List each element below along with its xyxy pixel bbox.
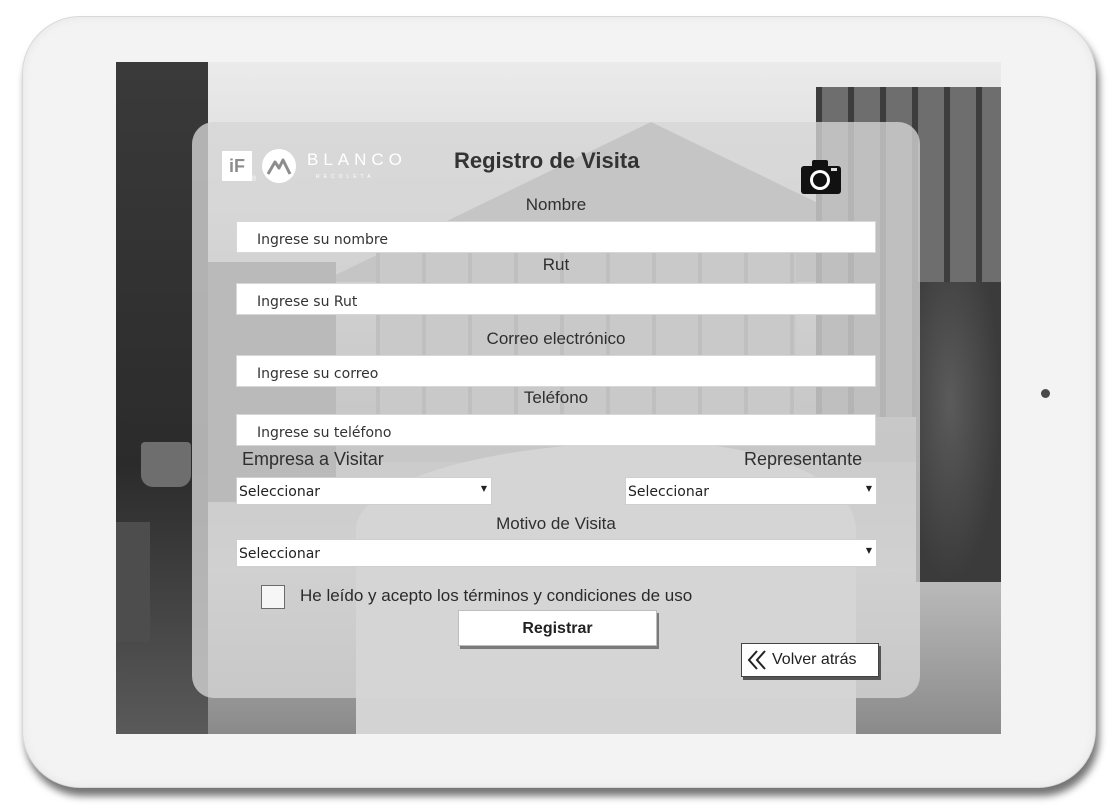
logo-wordmark: BLANCO xyxy=(307,150,407,169)
logo-if: iF xyxy=(222,151,252,181)
motivo-select[interactable]: Seleccionar ▼ xyxy=(236,539,877,567)
volver-atras-label: Volver atrás xyxy=(772,651,857,668)
camera-icon[interactable] xyxy=(800,157,842,199)
terms-checkbox[interactable] xyxy=(261,585,285,609)
logo-subtitle: RECOLETA xyxy=(316,174,375,180)
telefono-input[interactable]: Ingrese su teléfono xyxy=(236,414,876,446)
motivo-select-value: Seleccionar xyxy=(239,546,321,562)
logo-registered-mark: ® xyxy=(251,176,257,183)
nombre-label: Nombre xyxy=(525,195,587,214)
background-trees xyxy=(916,282,1001,582)
background-barrel xyxy=(116,522,150,642)
front-camera-dot xyxy=(1041,389,1050,398)
empresa-select-value: Seleccionar xyxy=(239,484,321,500)
empresa-label: Empresa a Visitar xyxy=(242,449,384,469)
telefono-label: Teléfono xyxy=(523,388,589,407)
blanco-mountain-logo-icon xyxy=(262,149,296,183)
chevron-down-icon: ▼ xyxy=(865,484,872,493)
registration-panel: iF ® BLANCO RECOLETA Registro de Visita … xyxy=(192,122,920,698)
page-title: Registro de Visita xyxy=(454,148,640,173)
terms-label[interactable]: He leído y acepto los términos y condici… xyxy=(300,586,692,606)
correo-label: Correo electrónico xyxy=(486,329,626,348)
rut-input[interactable]: Ingrese su Rut xyxy=(236,283,876,315)
chevron-down-icon: ▼ xyxy=(865,546,872,555)
representante-label: Representante xyxy=(744,449,863,469)
chevron-down-icon: ▼ xyxy=(480,484,487,493)
correo-input[interactable]: Ingrese su correo xyxy=(236,355,876,387)
volver-atras-button[interactable]: Volver atrás xyxy=(741,643,879,677)
app-screen: iF ® BLANCO RECOLETA Registro de Visita … xyxy=(116,62,1001,734)
motivo-label: Motivo de Visita xyxy=(496,514,616,533)
representante-select-value: Seleccionar xyxy=(628,484,710,500)
representante-select[interactable]: Seleccionar ▼ xyxy=(625,477,877,505)
nombre-input[interactable]: Ingrese su nombre xyxy=(236,221,876,253)
background-plant-pot xyxy=(141,442,191,487)
registrar-button[interactable]: Registrar xyxy=(458,610,657,646)
rut-label: Rut xyxy=(542,255,570,274)
empresa-select[interactable]: Seleccionar ▼ xyxy=(236,477,492,505)
double-chevron-left-icon xyxy=(746,648,768,684)
